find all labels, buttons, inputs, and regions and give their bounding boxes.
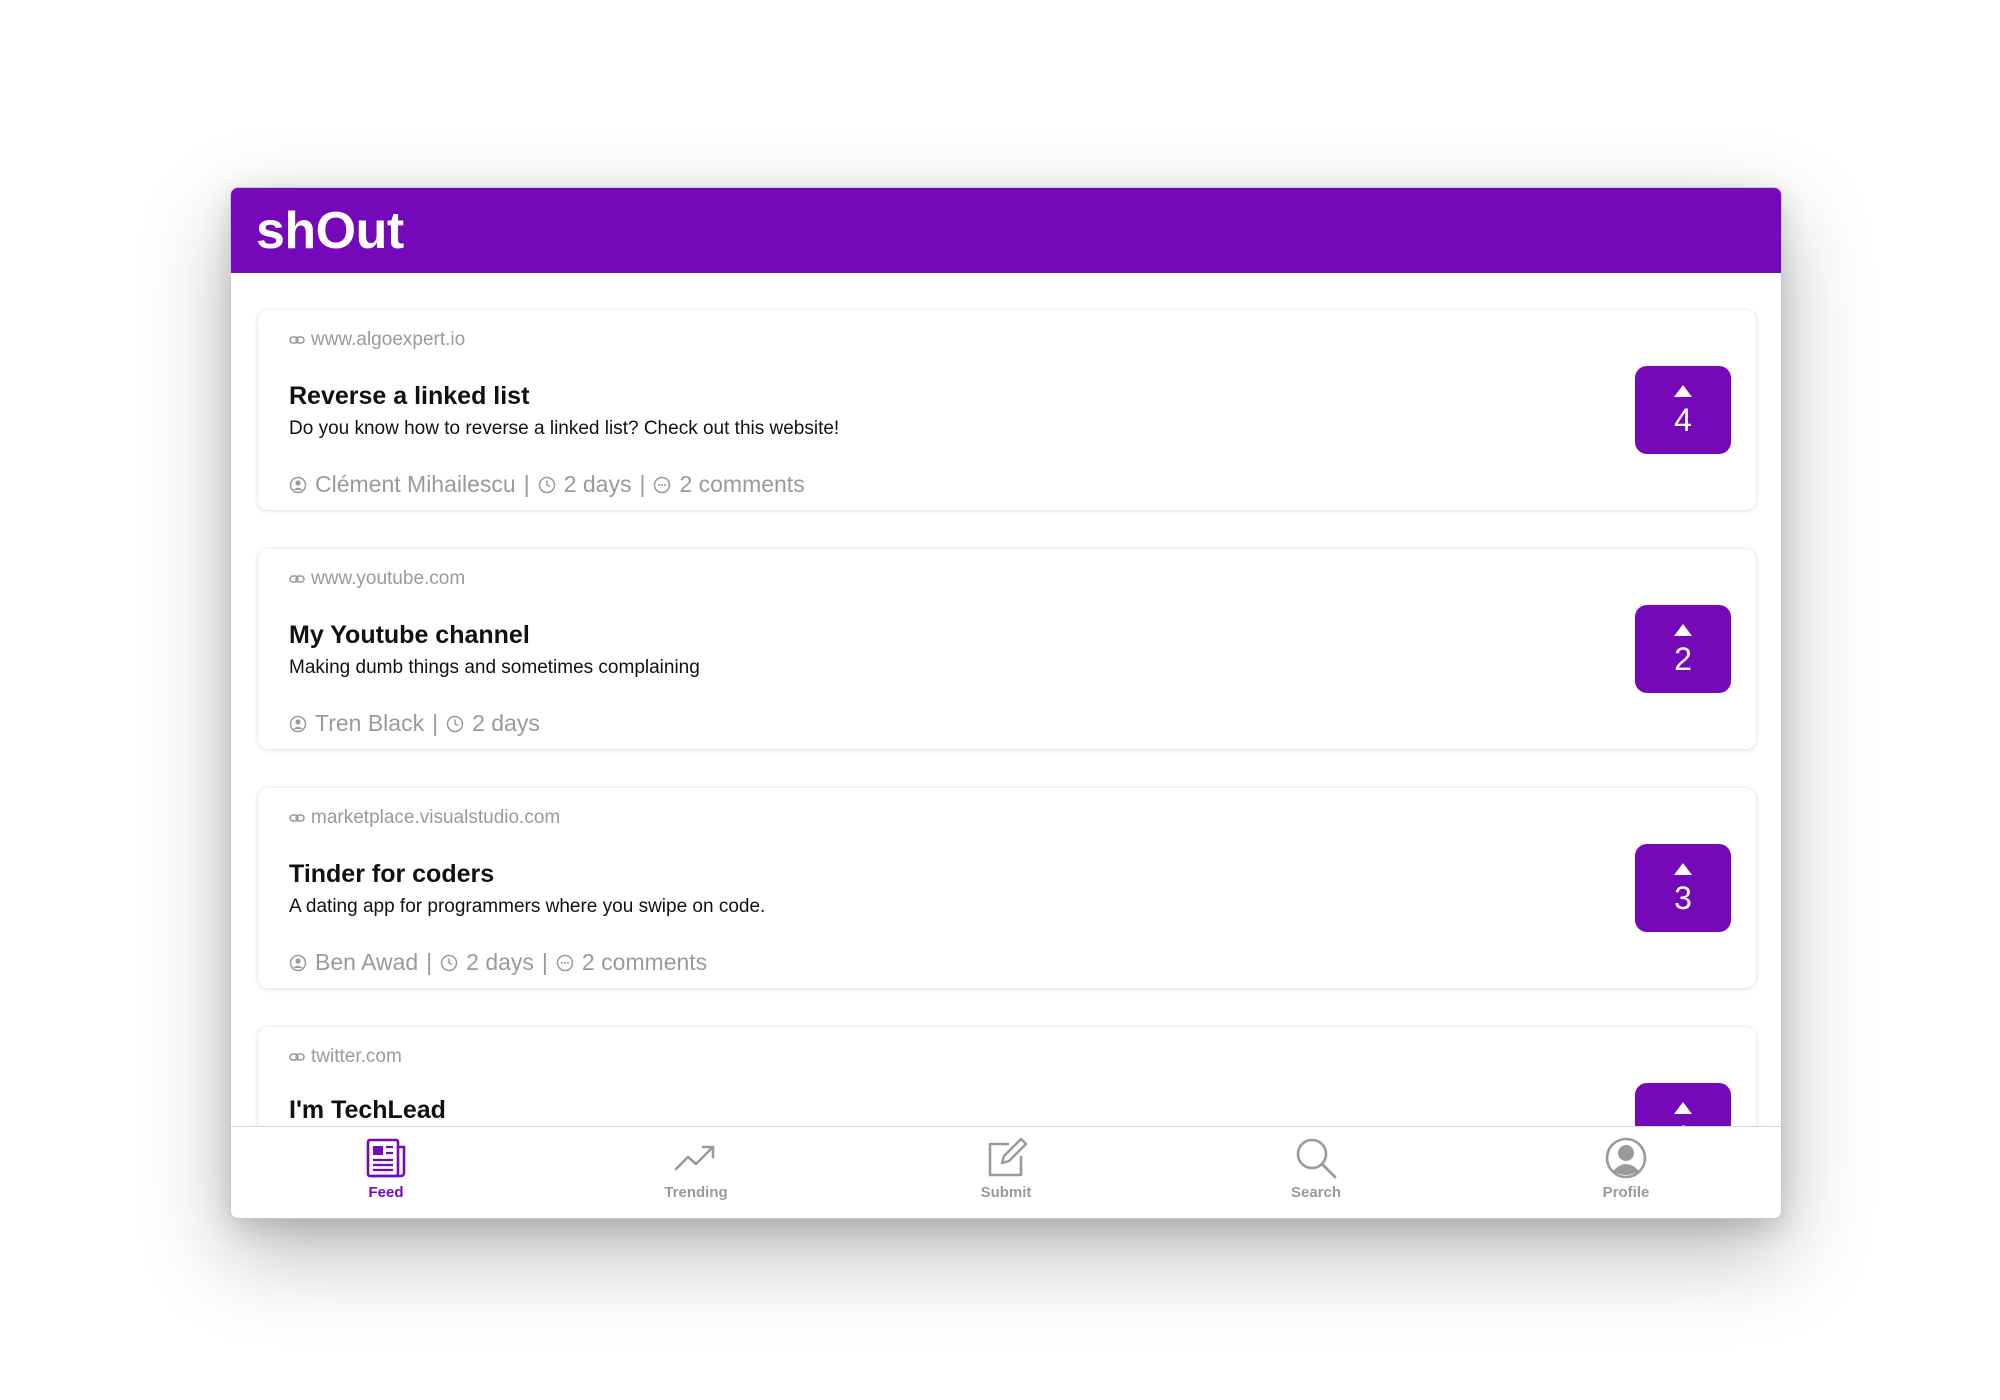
vote-count: 4 (1674, 402, 1692, 438)
post-description: A dating app for programmers where you s… (289, 896, 766, 917)
post-url-text[interactable]: www.youtube.com (311, 568, 465, 590)
search-icon (1296, 1138, 1337, 1179)
meta-separator: | (523, 470, 530, 497)
comment-icon (556, 954, 574, 972)
user-icon (289, 476, 307, 494)
app-window: shOut www.algoexpert.io Reverse a linked… (230, 187, 1782, 1219)
link-icon (289, 814, 305, 822)
post-title[interactable]: My Youtube channel (289, 621, 530, 650)
post-time: 2 days (563, 470, 632, 497)
post-card[interactable]: www.youtube.com My Youtube channel Makin… (258, 549, 1756, 749)
clock-icon (440, 954, 458, 972)
feed-list[interactable]: www.algoexpert.io Reverse a linked list … (231, 273, 1781, 1126)
tab-search[interactable]: Search (1161, 1127, 1471, 1218)
post-url-text[interactable]: www.algoexpert.io (311, 329, 465, 351)
app-header: shOut (231, 188, 1781, 273)
post-author[interactable]: Tren Black (315, 710, 424, 737)
tab-label: Submit (980, 1184, 1032, 1201)
comment-icon (654, 476, 671, 494)
post-url-text[interactable]: twitter.com (311, 1046, 402, 1068)
post-title[interactable]: Tinder for coders (289, 860, 494, 889)
user-icon (289, 954, 307, 972)
meta-separator: | (426, 948, 433, 975)
post-url-text[interactable]: marketplace.visualstudio.com (311, 807, 560, 829)
post-url[interactable]: marketplace.visualstudio.com (289, 806, 560, 830)
trending-up-icon (674, 1145, 715, 1171)
post-meta: Ben Awad | 2 days | 2 comments (289, 947, 707, 977)
post-time: 2 days (472, 709, 540, 736)
post-card[interactable]: www.algoexpert.io Reverse a linked list … (258, 310, 1756, 510)
link-icon (289, 336, 305, 344)
post-url[interactable]: www.youtube.com (289, 567, 465, 591)
post-card[interactable]: twitter.com I'm TechLead 1 (258, 1027, 1756, 1126)
upvote-button[interactable]: 1 (1635, 1083, 1731, 1126)
newspaper-icon (366, 1138, 406, 1178)
clock-icon (538, 476, 555, 494)
upvote-button[interactable]: 3 (1635, 844, 1731, 932)
post-time: 2 days (466, 948, 534, 975)
post-meta: Clément Mihailescu | 2 days | 2 comments (289, 469, 805, 499)
post-title[interactable]: Reverse a linked list (289, 382, 529, 411)
post-comments[interactable]: 2 comments (679, 471, 804, 498)
tab-submit[interactable]: Submit (851, 1127, 1161, 1218)
bottom-tab-bar: Feed Trending Submit Search Profile (231, 1126, 1781, 1218)
meta-separator: | (639, 470, 646, 497)
vote-count: 3 (1674, 880, 1692, 916)
post-url[interactable]: www.algoexpert.io (289, 328, 465, 352)
tab-profile[interactable]: Profile (1471, 1127, 1781, 1218)
upvote-arrow-icon (1674, 385, 1692, 397)
post-description: Do you know how to reverse a linked list… (289, 418, 840, 439)
post-author[interactable]: Clément Mihailescu (315, 471, 516, 498)
tab-label: Trending (664, 1184, 728, 1201)
tab-label: Feed (368, 1184, 404, 1201)
link-icon (289, 575, 305, 583)
edit-icon (988, 1137, 1028, 1177)
link-icon (289, 1053, 305, 1061)
meta-separator: | (541, 948, 548, 975)
tab-label: Search (1290, 1184, 1342, 1201)
upvote-button[interactable]: 4 (1635, 366, 1731, 454)
vote-count: 2 (1674, 641, 1692, 677)
post-card[interactable]: marketplace.visualstudio.com Tinder for … (258, 788, 1756, 988)
user-circle-icon (1605, 1137, 1647, 1179)
post-comments[interactable]: 2 comments (582, 949, 707, 976)
clock-icon (446, 715, 464, 733)
tab-label: Profile (1602, 1184, 1650, 1201)
upvote-arrow-icon (1674, 624, 1692, 636)
tab-trending[interactable]: Trending (541, 1127, 851, 1218)
upvote-arrow-icon (1674, 863, 1692, 875)
post-meta: Tren Black | 2 days (289, 708, 540, 738)
post-title[interactable]: I'm TechLead (289, 1096, 446, 1125)
screen: shOut www.algoexpert.io Reverse a linked… (0, 0, 2000, 1400)
post-author[interactable]: Ben Awad (315, 949, 418, 976)
post-url[interactable]: twitter.com (289, 1045, 402, 1069)
app-title: shOut (256, 201, 404, 260)
upvote-arrow-icon (1674, 1102, 1692, 1114)
post-description: Making dumb things and sometimes complai… (289, 657, 700, 678)
user-icon (289, 715, 307, 733)
meta-separator: | (432, 709, 439, 736)
tab-feed[interactable]: Feed (231, 1127, 541, 1218)
upvote-button[interactable]: 2 (1635, 605, 1731, 693)
